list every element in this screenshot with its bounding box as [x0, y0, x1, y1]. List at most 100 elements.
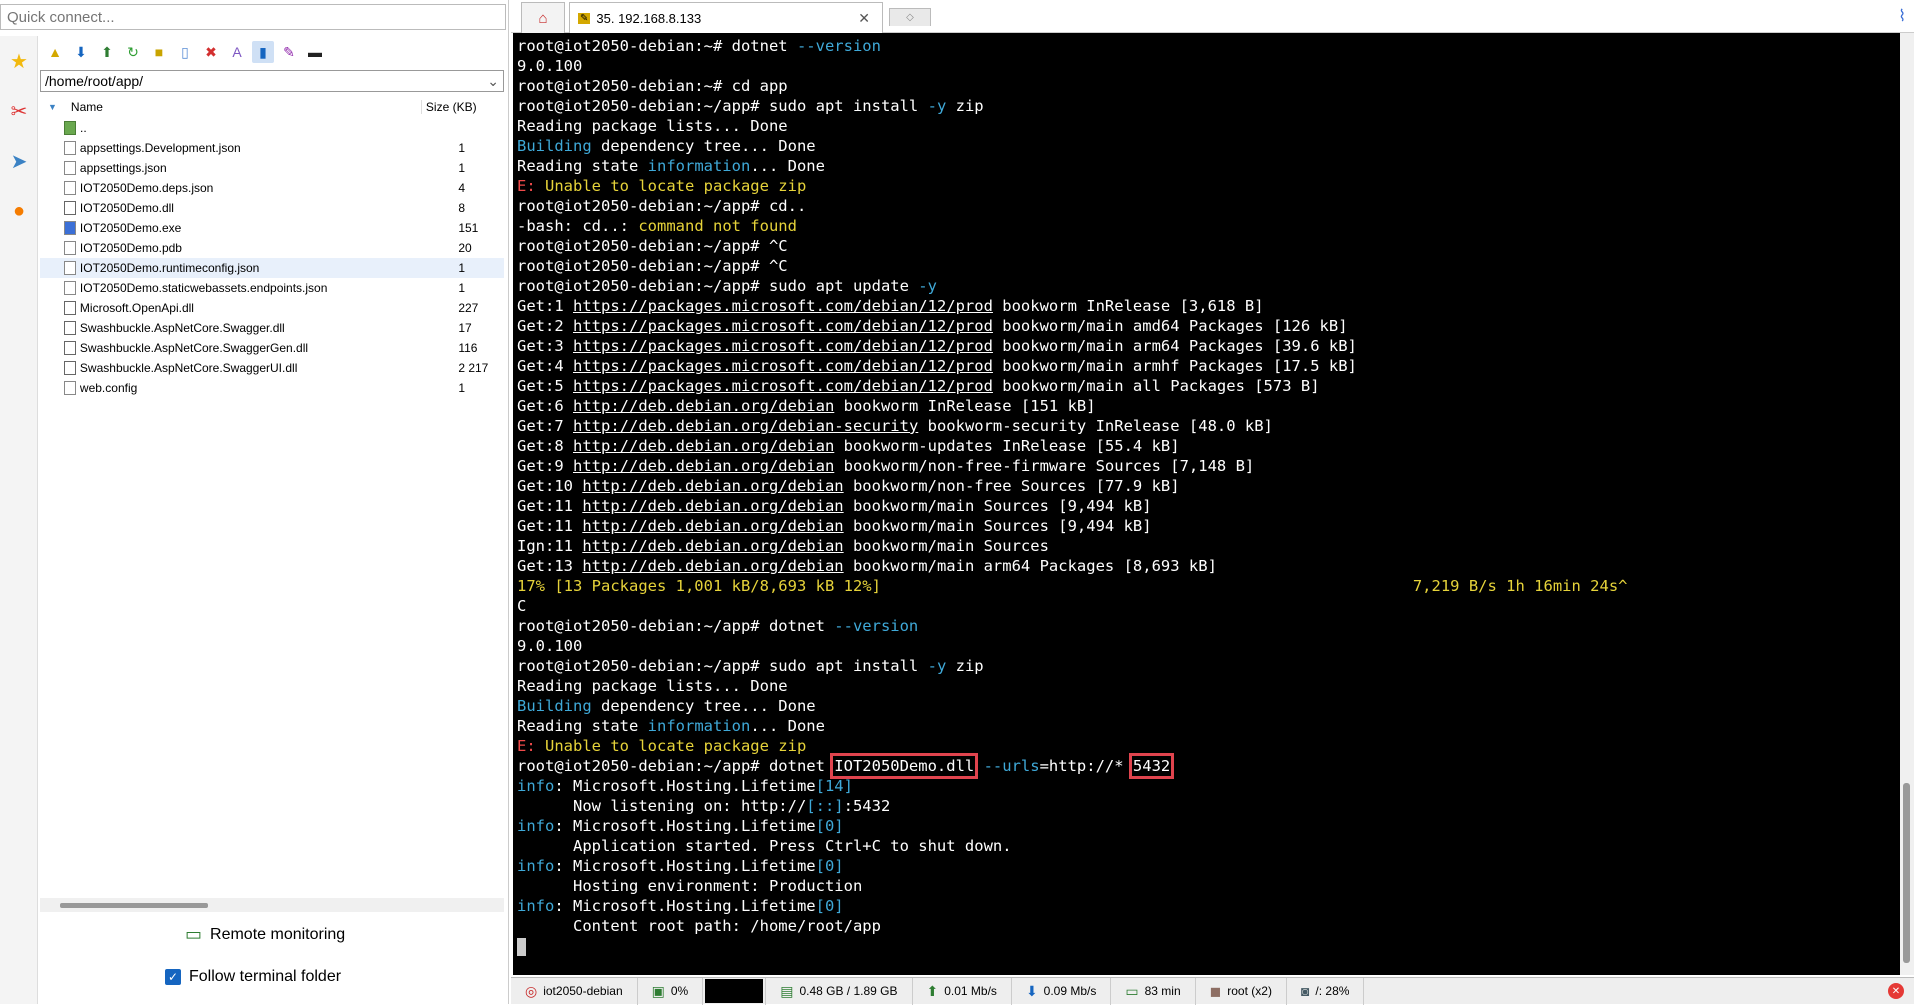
new-folder-icon[interactable]: ■: [148, 41, 170, 63]
file-name: IOT2050Demo.staticwebassets.endpoints.js…: [79, 281, 328, 295]
upload-icon[interactable]: ⬆: [96, 41, 118, 63]
terminal-link[interactable]: http://deb.debian.org/debian: [582, 537, 843, 555]
rename-icon[interactable]: A: [226, 41, 248, 63]
terminal-text: information: [647, 157, 751, 175]
new-file-icon[interactable]: ▯: [174, 41, 196, 63]
remote-monitoring-button[interactable]: ▭ Remote monitoring: [185, 924, 345, 945]
terminal-line: -bash: cd..: command not found: [517, 216, 1897, 236]
file-size: 4: [458, 181, 465, 195]
terminal-line: root@iot2050-debian:~/app# dotnet IOT205…: [517, 753, 1897, 779]
close-tab-icon[interactable]: ✕: [858, 10, 870, 27]
terminal-text: Get:13: [517, 557, 583, 575]
tools-icon[interactable]: ✂: [0, 86, 38, 136]
follow-terminal-folder-checkbox[interactable]: ✓ Follow terminal folder: [165, 968, 341, 986]
terminal-tab-icon: ✎: [578, 12, 591, 24]
terminal-icon[interactable]: ▬: [304, 41, 326, 63]
file-name: IOT2050Demo.exe: [79, 221, 182, 235]
file-row[interactable]: appsettings.json 1: [40, 158, 504, 178]
config-file-icon: [64, 381, 76, 395]
refresh-icon[interactable]: ↻: [122, 41, 144, 63]
terminal-line: root@iot2050-debian:~/app# sudo apt inst…: [517, 656, 1897, 676]
terminal-link[interactable]: http://deb.debian.org/debian: [582, 557, 843, 575]
terminal-text: root@iot2050-debian:~/app# ^C: [517, 257, 788, 275]
terminal-link[interactable]: http://deb.debian.org/debian: [573, 437, 834, 455]
star-icon[interactable]: ★: [0, 36, 38, 86]
quick-connect-input[interactable]: [0, 4, 506, 30]
column-size[interactable]: Size (KB): [420, 100, 477, 114]
tab-home[interactable]: ⌂: [521, 2, 565, 33]
delete-icon[interactable]: ✖: [200, 41, 222, 63]
terminal-link[interactable]: http://deb.debian.org/debian: [573, 457, 834, 475]
terminal-link[interactable]: http://deb.debian.org/debian: [582, 477, 843, 495]
file-row[interactable]: IOT2050Demo.staticwebassets.endpoints.js…: [40, 278, 504, 298]
checkbox-icon[interactable]: ✓: [165, 969, 181, 985]
file-row[interactable]: IOT2050Demo.runtimeconfig.json 1: [40, 258, 504, 278]
file-row[interactable]: Swashbuckle.AspNetCore.Swagger.dll 17: [40, 318, 504, 338]
terminal-text: -y: [918, 277, 937, 295]
uptime-icon: ▭: [1125, 982, 1139, 999]
file-row[interactable]: Swashbuckle.AspNetCore.SwaggerGen.dll 116: [40, 338, 504, 358]
terminal-link[interactable]: https://packages.microsoft.com/debian/12…: [573, 337, 993, 355]
follow-folder-icon[interactable]: ▮: [252, 41, 274, 63]
file-row[interactable]: web.config 1: [40, 378, 504, 398]
terminal-text: bookworm/main arm64 Packages [8,693 kB]: [843, 557, 1217, 575]
file-row[interactable]: IOT2050Demo.dll 8: [40, 198, 504, 218]
terminal-line: Reading state information... Done: [517, 716, 1897, 736]
horizontal-scrollbar[interactable]: [40, 898, 504, 912]
terminal-link[interactable]: http://deb.debian.org/debian: [573, 397, 834, 415]
terminal-text: Get:11: [517, 497, 583, 515]
file-row[interactable]: IOT2050Demo.exe 151: [40, 218, 504, 238]
terminal-link[interactable]: http://deb.debian.org/debian: [582, 517, 843, 535]
parent-folder-row[interactable]: ..: [40, 118, 504, 138]
close-session-icon[interactable]: ✕: [1888, 983, 1904, 999]
terminal-text: Get:10: [517, 477, 583, 495]
json-file-icon: [64, 261, 76, 275]
status-memory: ▤ 0.48 GB / 1.89 GB: [766, 977, 913, 1005]
edit-icon[interactable]: ✎: [278, 41, 300, 63]
terminal-line: root@iot2050-debian:~/app# ^C: [517, 256, 1897, 276]
terminal-text: : Microsoft.Hosting.Lifetime: [554, 777, 816, 795]
terminal-line: C: [517, 596, 1897, 616]
file-row[interactable]: Swashbuckle.AspNetCore.SwaggerUI.dll 2 21…: [40, 358, 504, 378]
terminal-link[interactable]: https://packages.microsoft.com/debian/12…: [573, 357, 993, 375]
tab-session[interactable]: ✎ 35. 192.168.8.133 ✕: [569, 2, 883, 33]
terminal-link[interactable]: https://packages.microsoft.com/debian/12…: [573, 317, 993, 335]
terminal-line: Get:13 http://deb.debian.org/debian book…: [517, 556, 1897, 576]
download-icon[interactable]: ⬇: [70, 41, 92, 63]
download-speed-icon: ⬇: [1025, 982, 1038, 999]
json-file-icon: [64, 181, 76, 195]
file-size: 2 217: [458, 361, 489, 375]
terminal-link[interactable]: http://deb.debian.org/debian-security: [573, 417, 918, 435]
terminal-scrollbar[interactable]: [1900, 33, 1914, 975]
terminal-text: Get:9: [517, 457, 573, 475]
terminal-link[interactable]: https://packages.microsoft.com/debian/12…: [573, 377, 993, 395]
terminal-link[interactable]: http://deb.debian.org/debian: [582, 497, 843, 515]
new-tab-button[interactable]: ◇: [889, 8, 931, 26]
column-name[interactable]: Name: [57, 100, 421, 114]
file-name: IOT2050Demo.runtimeconfig.json: [79, 261, 260, 275]
file-name: appsettings.Development.json: [79, 141, 241, 155]
globe-icon[interactable]: ●: [0, 186, 38, 236]
file-row[interactable]: IOT2050Demo.deps.json 4: [40, 178, 504, 198]
chevron-down-icon[interactable]: ⌄: [487, 73, 499, 90]
file-row[interactable]: IOT2050Demo.pdb 20: [40, 238, 504, 258]
up-folder-icon[interactable]: ▲: [44, 41, 66, 63]
terminal-text: Get:8: [517, 437, 573, 455]
paper-plane-icon[interactable]: ➤: [0, 136, 38, 186]
highlighted-text: 5432: [1128, 753, 1175, 779]
file-row[interactable]: Microsoft.OpenApi.dll 227: [40, 298, 504, 318]
terminal-text: Get:5: [517, 377, 573, 395]
terminal-text: root@iot2050-debian:~/app# dotnet: [517, 757, 835, 775]
terminal-text: Get:7: [517, 417, 573, 435]
terminal-line: info: Microsoft.Hosting.Lifetime[14]: [517, 776, 1897, 796]
terminal-text: Building: [517, 697, 592, 715]
terminal-text: Ign:11: [517, 537, 583, 555]
terminal-link[interactable]: https://packages.microsoft.com/debian/12…: [573, 297, 993, 315]
file-browser-panel: ★ ✂ ➤ ● ▲ ⬇ ⬆ ↻ ■ ▯ ✖ A ▮ ✎ ▬ /home/root…: [0, 0, 509, 1004]
terminal-text: Unable to locate package zip: [535, 737, 807, 755]
file-row[interactable]: appsettings.Development.json 1: [40, 138, 504, 158]
path-field[interactable]: /home/root/app/ ⌄: [40, 70, 504, 92]
attachment-icon[interactable]: ⌇: [1898, 6, 1906, 26]
terminal-output[interactable]: root@iot2050-debian:~# dotnet --version 9…: [513, 33, 1901, 975]
file-size: 8: [458, 201, 465, 215]
